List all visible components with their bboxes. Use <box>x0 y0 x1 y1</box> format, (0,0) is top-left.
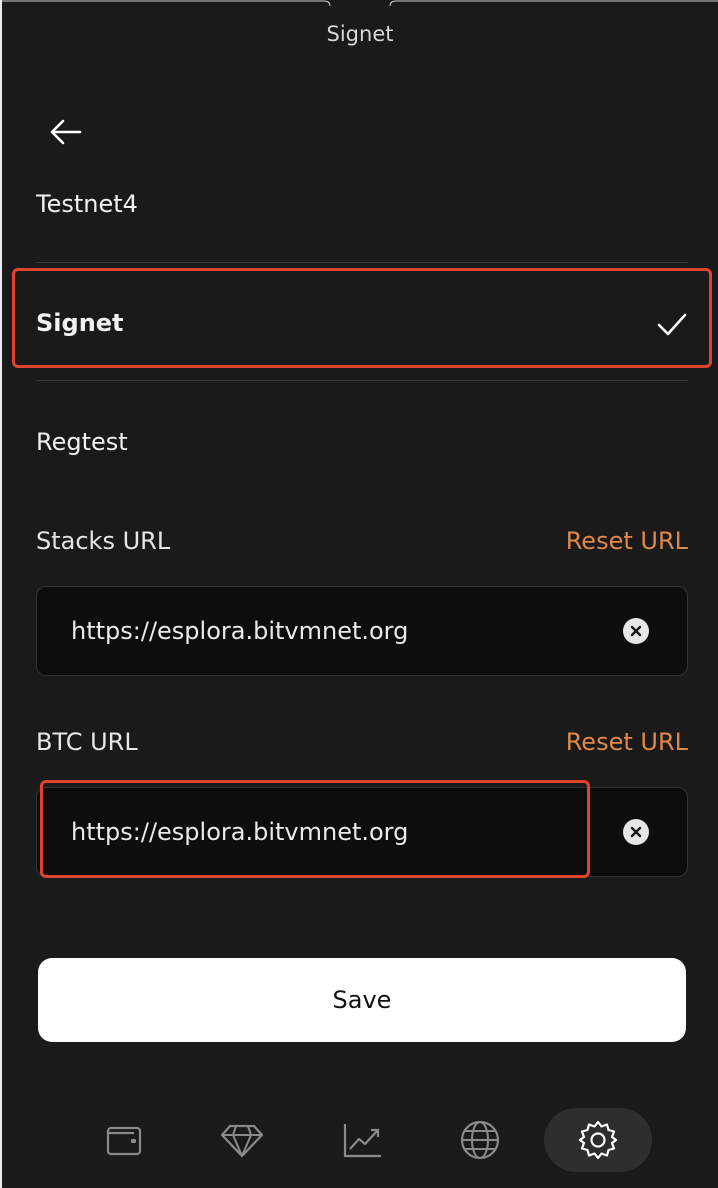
tab-explore[interactable] <box>426 1108 534 1172</box>
close-icon <box>630 826 642 838</box>
arrow-left-icon <box>50 119 82 145</box>
tab-collectibles[interactable] <box>188 1108 296 1172</box>
network-option-signet[interactable]: Signet <box>36 292 688 354</box>
checkmark-icon <box>657 313 687 336</box>
stacks-url-label: Stacks URL <box>36 527 171 555</box>
divider <box>36 380 688 381</box>
network-option-label: Regtest <box>36 428 128 456</box>
network-option-label: Testnet4 <box>36 190 138 218</box>
btc-url-input[interactable] <box>71 788 611 876</box>
tab-wallet[interactable] <box>70 1108 178 1172</box>
btc-url-label: BTC URL <box>36 728 138 756</box>
diamond-icon <box>220 1124 264 1158</box>
btc-reset-url-link[interactable]: Reset URL <box>566 728 688 756</box>
tab-activity[interactable] <box>308 1108 416 1172</box>
top-border-decoration-right <box>389 0 718 6</box>
wallet-icon <box>106 1126 142 1156</box>
stacks-clear-button[interactable] <box>623 618 649 644</box>
globe-icon <box>460 1120 500 1160</box>
top-border-decoration <box>2 0 331 6</box>
stacks-url-field <box>36 586 688 676</box>
stacks-url-input[interactable] <box>71 587 611 675</box>
network-option-regtest[interactable]: Regtest <box>36 412 688 472</box>
gear-icon <box>578 1120 618 1160</box>
current-network-title: Signet <box>326 22 394 46</box>
close-icon <box>630 625 642 637</box>
back-button[interactable] <box>42 110 90 154</box>
btc-url-field <box>36 787 688 877</box>
btc-clear-button[interactable] <box>623 819 649 845</box>
chart-icon <box>343 1124 381 1158</box>
divider <box>36 262 688 263</box>
save-button[interactable]: Save <box>38 958 686 1042</box>
tab-settings[interactable] <box>544 1108 652 1172</box>
network-settings-screen: Signet Testnet4 Signet Regtest Stacks UR… <box>2 0 718 1188</box>
network-option-label: Signet <box>36 309 124 337</box>
bottom-tab-bar <box>2 1100 718 1180</box>
stacks-reset-url-link[interactable]: Reset URL <box>566 527 688 555</box>
network-option-testnet4[interactable]: Testnet4 <box>36 190 688 230</box>
